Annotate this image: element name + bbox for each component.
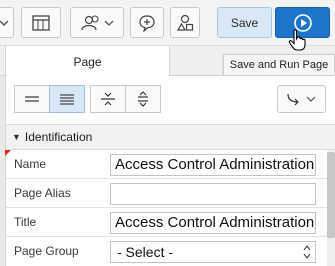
- layout-dense-button[interactable]: [49, 85, 85, 113]
- shapes-icon: [176, 14, 194, 31]
- select-arrows-icon: [303, 245, 311, 259]
- property-row-alias: Page Alias: [6, 179, 327, 208]
- shared-components-icon: [32, 14, 50, 31]
- scrollbar-thumb[interactable]: [327, 152, 335, 238]
- title-field[interactable]: Access Control Administration: [110, 212, 316, 234]
- property-row-title: Title Access Control Administration: [6, 208, 327, 237]
- menu-dropdown-button[interactable]: [0, 7, 14, 38]
- chevron-down-icon: [0, 20, 9, 26]
- collapse-icon: [101, 92, 115, 106]
- layout-toolbar: [6, 76, 335, 124]
- lines-icon: [25, 96, 39, 102]
- go-to-group-button[interactable]: [277, 85, 326, 113]
- team-development-button[interactable]: [70, 7, 124, 38]
- property-row-group: Page Group - Select -: [6, 237, 327, 266]
- dense-lines-icon: [60, 94, 74, 105]
- shared-components-button[interactable]: [21, 7, 61, 38]
- collapse-triangle-icon: ▼: [12, 132, 21, 142]
- expand-icon: [138, 91, 148, 107]
- page-alias-label: Page Alias: [14, 186, 71, 200]
- toolbar: Save: [0, 0, 335, 46]
- comments-button[interactable]: [130, 7, 164, 38]
- title-label: Title: [14, 215, 37, 229]
- page-group-select[interactable]: - Select -: [110, 241, 316, 263]
- name-label: Name: [14, 157, 47, 171]
- save-button[interactable]: Save: [217, 7, 272, 38]
- section-identification[interactable]: ▼ Identification: [6, 124, 335, 150]
- comments-icon: [139, 14, 155, 32]
- name-field[interactable]: Access Control Administration: [110, 154, 316, 176]
- go-to-group-icon: [286, 93, 315, 106]
- tooltip: Save and Run Page: [223, 54, 335, 76]
- tab-page[interactable]: Page: [5, 46, 170, 77]
- layout-lines-button[interactable]: [14, 85, 50, 113]
- page-group-value: - Select -: [117, 244, 174, 260]
- page-group-label: Page Group: [14, 244, 79, 258]
- page-alias-field[interactable]: [110, 183, 316, 205]
- section-title: Identification: [24, 130, 93, 144]
- property-row-name: Name Access Control Administration: [6, 150, 327, 179]
- hand-cursor-icon: [288, 29, 306, 51]
- collapse-all-button[interactable]: [90, 85, 126, 113]
- team-dev-icon: [81, 14, 114, 30]
- expand-all-button[interactable]: [125, 85, 161, 113]
- utilities-button[interactable]: [170, 7, 200, 38]
